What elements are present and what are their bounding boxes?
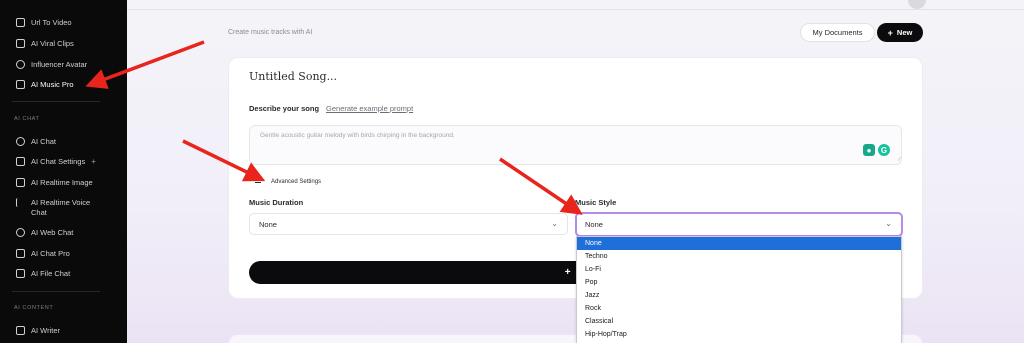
section-title-ai-content: AI CONTENT [14, 305, 54, 311]
sidebar-divider [12, 101, 100, 102]
resize-handle-icon[interactable]: ∕ [899, 157, 900, 163]
sidebar-item-label: AI Web Chat [31, 228, 74, 237]
sidebar-item-ai-realtime-voice-chat[interactable]: AI Realtime Voice Chat [16, 198, 90, 218]
dropdown-option[interactable]: None [577, 237, 901, 250]
topbar-divider [127, 9, 1024, 10]
chat-settings-icon [16, 157, 25, 166]
sidebar-item-ai-web-chat[interactable]: AI Web Chat [16, 228, 73, 238]
grammarly-icon[interactable]: G [878, 144, 890, 156]
sidebar-item-url-to-video[interactable]: Url To Video [16, 18, 72, 28]
music-style-options-list: None Techno Lo-Fi Pop Jazz Rock Classica… [576, 236, 902, 343]
sidebar-item-label-line1: AI Realtime Voice [31, 198, 91, 207]
film-icon [16, 39, 25, 48]
chat-pro-icon [16, 249, 25, 258]
music-duration-label: Music Duration [249, 198, 304, 207]
plus-icon: + [564, 267, 571, 278]
file-chat-icon [16, 269, 25, 278]
realtime-image-icon [16, 178, 25, 187]
sidebar-item-ai-chat-settings[interactable]: AI Chat Settings + [16, 157, 96, 167]
sidebar-item-label: AI Realtime Voice Chat [31, 198, 90, 218]
sidebar-item-ai-chat[interactable]: AI Chat [16, 137, 56, 147]
video-icon [16, 18, 25, 27]
minus-icon [255, 181, 261, 183]
music-style-label: Music Style [575, 198, 617, 207]
sidebar-item-label: AI Chat Settings [31, 157, 86, 166]
sidebar-item-ai-file-chat[interactable]: AI File Chat [16, 269, 70, 279]
advanced-settings-label: Advanced Settings [271, 179, 322, 185]
sidebar-item-label: AI Music Pro [31, 80, 74, 89]
new-button[interactable]: + New [877, 23, 923, 42]
my-documents-button[interactable]: My Documents [800, 23, 875, 42]
music-style-select[interactable]: None ⌄ [575, 212, 903, 237]
dropdown-option[interactable]: Jazz [577, 289, 901, 302]
sidebar-item-influencer-avatar[interactable]: Influencer Avatar [16, 60, 87, 70]
avatar[interactable] [908, 0, 926, 9]
expand-plus-icon[interactable]: + [91, 157, 96, 167]
sidebar-item-label: AI Realtime Image [31, 178, 93, 187]
prompt-placeholder: Gentle acoustic guitar melody with birds… [260, 132, 455, 139]
page-subtitle: Create music tracks with AI [228, 29, 313, 36]
waveform-icon [16, 198, 25, 207]
music-note-icon [16, 80, 25, 89]
describe-label: Describe your song [249, 104, 320, 113]
sidebar-item-label: AI File Chat [31, 269, 71, 278]
avatar-icon [16, 60, 25, 69]
sidebar-item-label-line2: Chat [31, 208, 47, 217]
generate-example-prompt-link[interactable]: Generate example prompt [326, 104, 413, 113]
globe-icon [16, 228, 25, 237]
sidebar-divider [12, 291, 100, 292]
describe-row: Describe your song Generate example prom… [249, 104, 413, 113]
section-title-ai-chat: AI CHAT [14, 116, 40, 122]
writer-icon [16, 326, 25, 335]
dropdown-option[interactable]: Lo-Fi [577, 263, 901, 276]
sidebar-item-label: Influencer Avatar [31, 60, 88, 69]
sidebar-item-ai-chat-pro[interactable]: AI Chat Pro [16, 249, 70, 259]
sidebar-item-label: Url To Video [31, 18, 72, 27]
chevron-down-icon: ⌄ [885, 219, 892, 228]
dropdown-option[interactable]: Pop [577, 276, 901, 289]
plus-icon: + [887, 27, 893, 38]
sidebar-item-label: AI Viral Clips [31, 39, 74, 48]
sidebar-item-ai-music-pro[interactable]: AI Music Pro [16, 80, 74, 90]
chevron-down-icon: ⌄ [551, 219, 558, 228]
song-title[interactable]: Untitled Song... [249, 70, 337, 83]
dropdown-option[interactable]: Hip-Hop/Trap [577, 328, 901, 341]
sidebar: Url To Video AI Viral Clips Influencer A… [0, 0, 127, 343]
dropdown-option[interactable]: Techno [577, 250, 901, 263]
music-duration-select[interactable]: None ⌄ [249, 213, 568, 235]
sidebar-item-ai-viral-clips[interactable]: AI Viral Clips [16, 39, 74, 49]
chat-bubble-icon [16, 137, 25, 146]
lightbulb-icon[interactable]: ● [863, 144, 875, 156]
sidebar-item-ai-realtime-image[interactable]: AI Realtime Image [16, 178, 93, 188]
sidebar-item-label: AI Writer [31, 326, 61, 335]
song-description-input[interactable]: Gentle acoustic guitar melody with birds… [249, 125, 902, 165]
sidebar-item-label: AI Chat Pro [31, 249, 70, 258]
music-duration-value: None [259, 219, 277, 229]
dropdown-option[interactable]: Classical [577, 315, 901, 328]
sidebar-item-label: AI Chat [31, 137, 57, 146]
music-style-value: None [585, 220, 603, 229]
sidebar-item-ai-writer[interactable]: AI Writer [16, 326, 60, 336]
advanced-settings-toggle[interactable]: Advanced Settings [255, 179, 321, 185]
new-button-label: New [896, 28, 913, 37]
dropdown-option[interactable]: Rock [577, 302, 901, 315]
